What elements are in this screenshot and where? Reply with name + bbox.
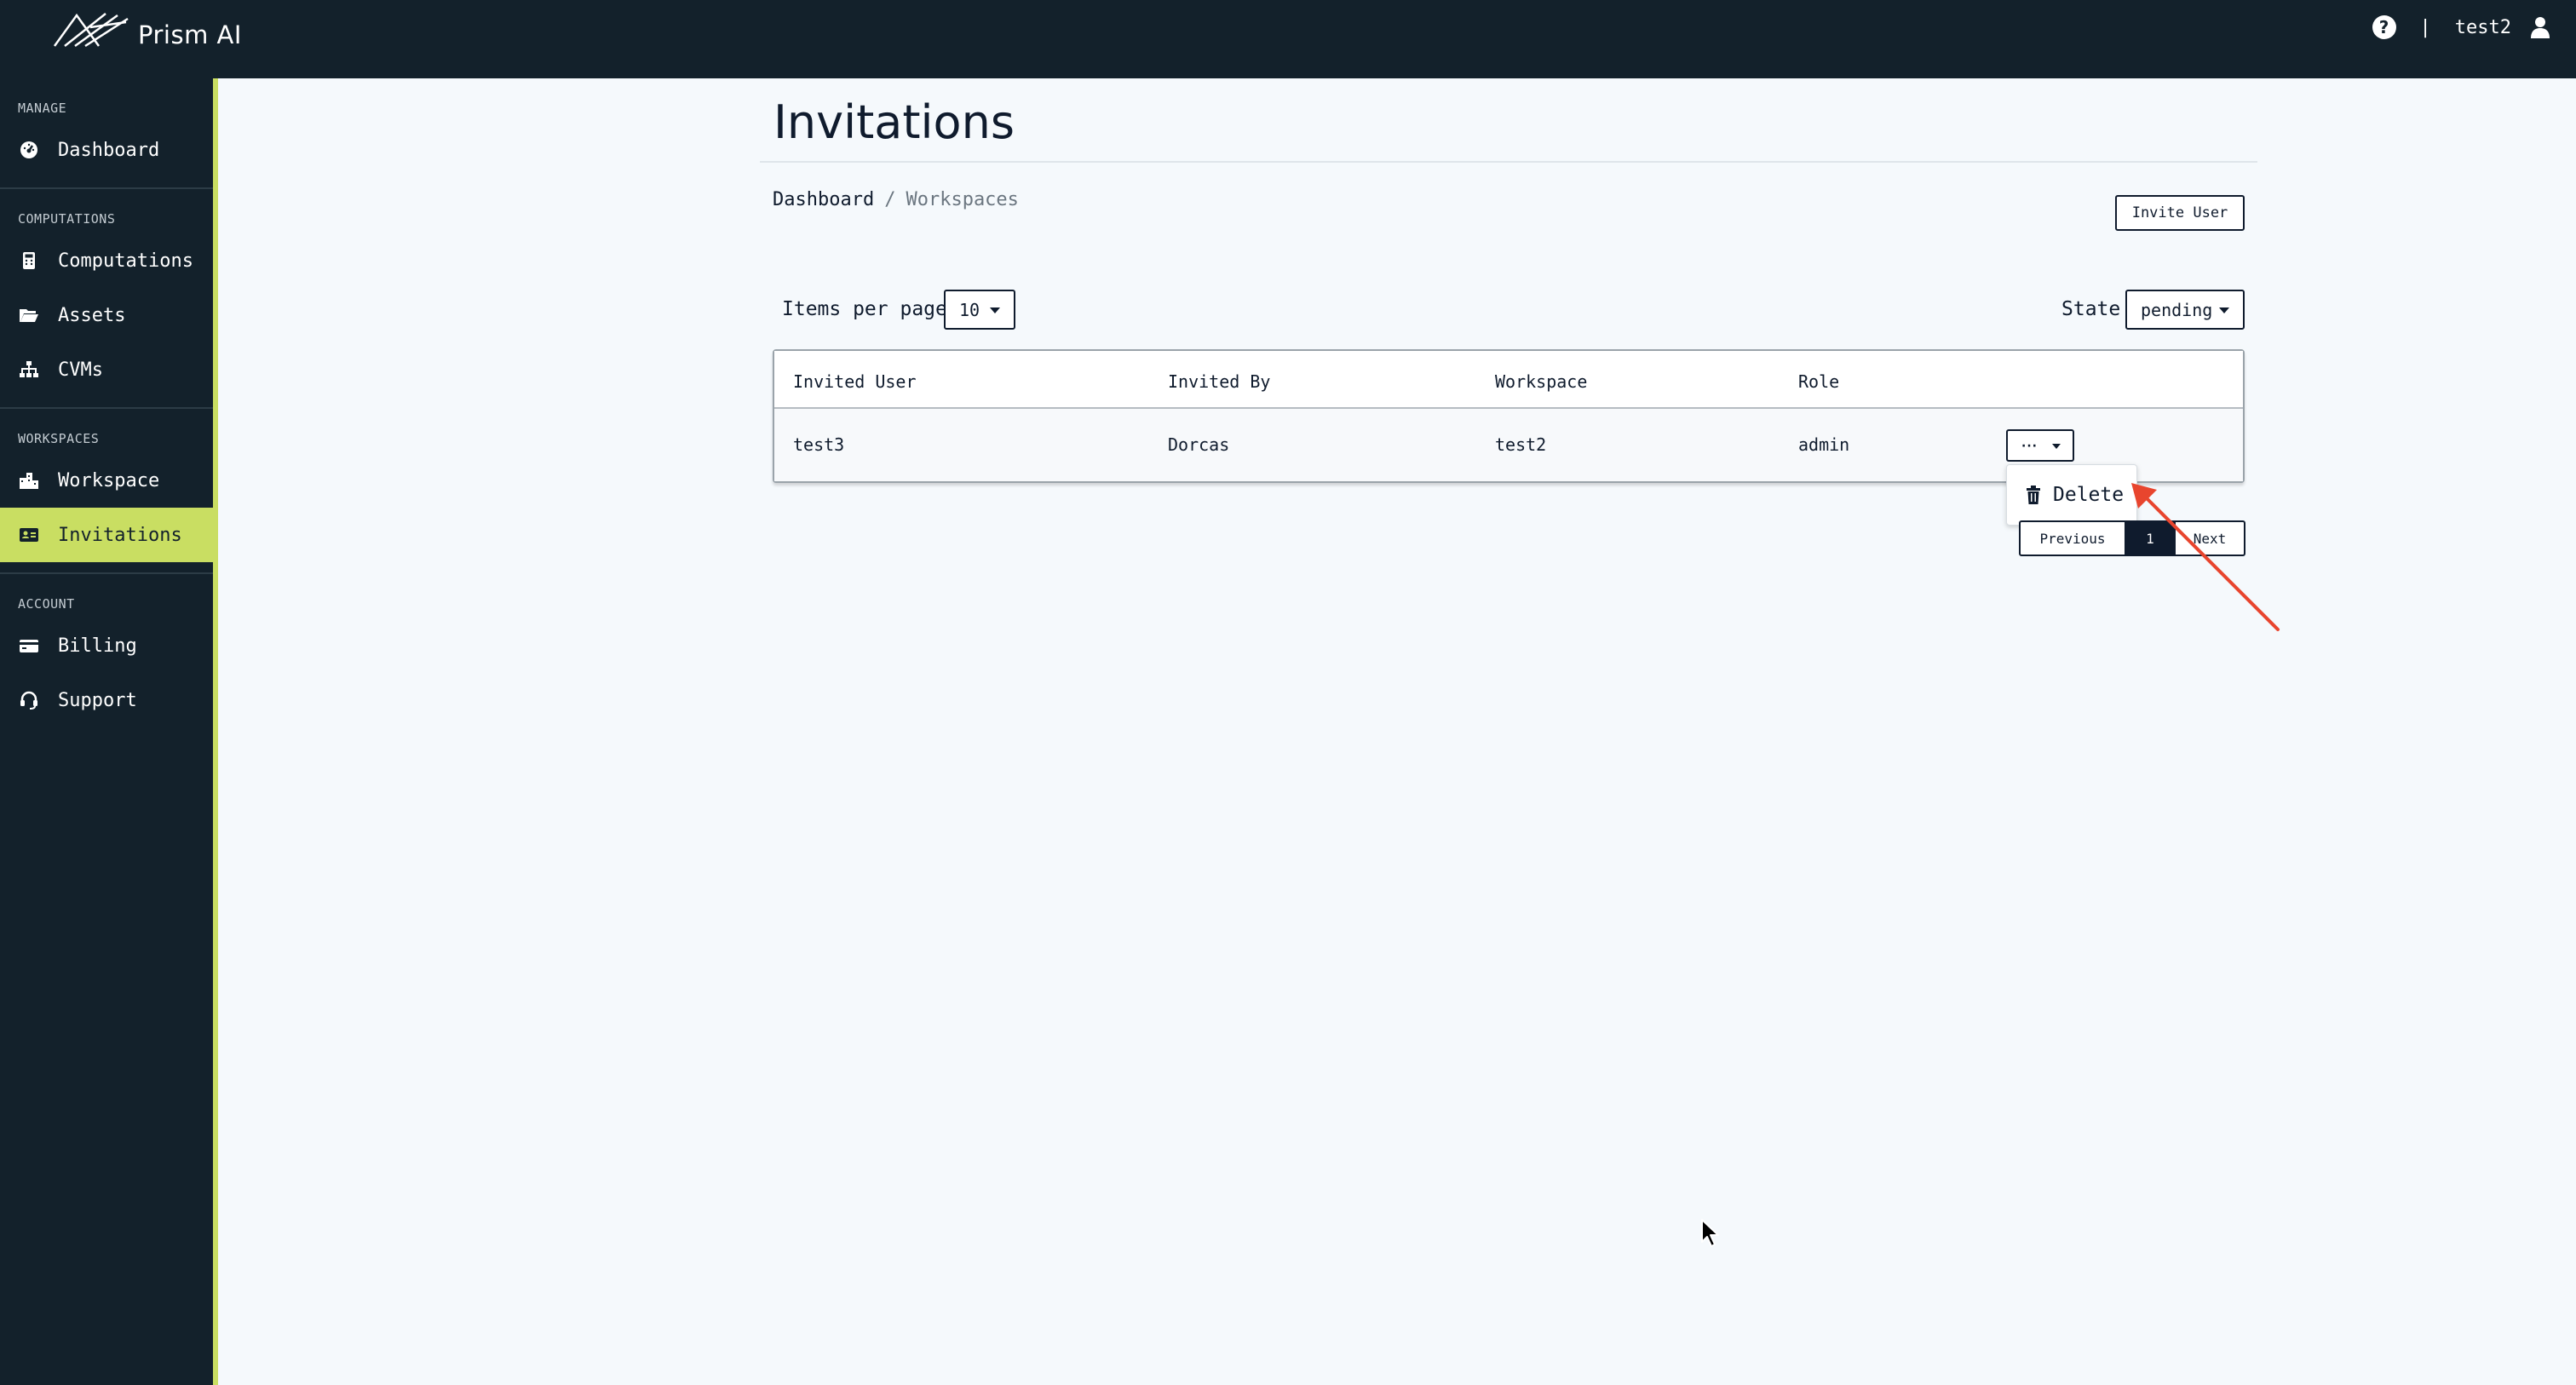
mouse-cursor-icon — [1701, 1219, 1719, 1247]
sidebar-item-label: Dashboard — [58, 139, 160, 161]
invite-user-button[interactable]: Invite User — [2115, 195, 2245, 231]
breadcrumb-separator: / — [884, 189, 896, 210]
id-card-icon — [19, 525, 39, 545]
app-name: Prism AI — [138, 20, 242, 49]
cell-workspace: test2 — [1495, 434, 1547, 455]
cell-invited-user: test3 — [793, 434, 845, 455]
state-filter-select[interactable]: pending — [2125, 290, 2245, 330]
sidebar-item-invitations[interactable]: Invitations — [0, 508, 218, 562]
sidebar-section-workspaces: WORKSPACES Workspace Invitations — [0, 409, 218, 574]
chevron-down-icon — [2052, 444, 2061, 449]
sidebar-item-computations[interactable]: Computations — [0, 233, 213, 288]
headset-icon — [19, 690, 39, 710]
section-title: COMPUTATIONS — [18, 211, 116, 227]
page-title: Invitations — [773, 95, 1015, 149]
delete-label: Delete — [2053, 484, 2125, 506]
app-logo[interactable]: Prism AI — [53, 9, 242, 49]
sidebar-item-billing[interactable]: Billing — [0, 618, 213, 673]
sidebar-item-label: Invitations — [58, 524, 182, 546]
items-per-page-select[interactable]: 10 — [944, 290, 1015, 330]
sidebar-item-assets[interactable]: Assets — [0, 288, 213, 342]
trash-icon — [2027, 486, 2040, 504]
section-title: WORKSPACES — [18, 431, 100, 446]
items-per-page-value: 10 — [959, 299, 980, 320]
sidebar-item-dashboard[interactable]: Dashboard — [0, 123, 213, 177]
chevron-down-icon — [2219, 307, 2229, 313]
username[interactable]: test2 — [2455, 17, 2511, 38]
row-actions-menu: Delete — [2006, 464, 2137, 526]
help-icon[interactable]: ? — [2372, 15, 2396, 39]
sidebar-item-label: Billing — [58, 635, 137, 657]
delete-menu-item[interactable]: Delete — [2026, 484, 2124, 506]
prism-logo-icon — [53, 13, 129, 48]
items-per-page-label: Items per page — [782, 298, 947, 320]
credit-card-icon — [19, 635, 39, 656]
state-filter-label: State — [2061, 298, 2121, 320]
sidebar-item-label: Workspace — [58, 469, 160, 491]
state-filter-value: pending — [2141, 299, 2213, 320]
column-header-invited-user: Invited User — [793, 371, 917, 392]
section-title: ACCOUNT — [18, 596, 75, 612]
dashboard-gauge-icon — [19, 140, 39, 160]
more-options-icon: ··· — [2021, 440, 2038, 453]
breadcrumb: Dashboard / Workspaces — [773, 189, 1019, 210]
sidebar-section-account: ACCOUNT Billing Support — [0, 574, 213, 738]
sidebar-item-label: CVMs — [58, 359, 103, 381]
folder-open-icon — [19, 305, 39, 325]
sidebar-item-workspace[interactable]: Workspace — [0, 453, 213, 508]
top-separator: | — [2419, 16, 2431, 38]
column-header-role: Role — [1798, 371, 1840, 392]
top-right-controls: ? | test2 — [2372, 12, 2550, 43]
table-header: Invited User Invited By Workspace Role — [774, 351, 2243, 409]
row-actions-dropdown-button[interactable]: ··· — [2006, 429, 2074, 462]
sidebar-section-computations: COMPUTATIONS Computations Assets CVMs — [0, 189, 213, 409]
previous-page-button[interactable]: Previous — [2019, 520, 2126, 556]
top-bar: Prism AI ? | test2 — [0, 0, 2576, 78]
sidebar-item-label: Computations — [58, 250, 193, 272]
column-header-workspace: Workspace — [1495, 371, 1588, 392]
sidebar-item-label: Assets — [58, 304, 126, 326]
calculator-icon — [19, 250, 39, 271]
cell-invited-by: Dorcas — [1168, 434, 1230, 455]
column-header-invited-by: Invited By — [1168, 371, 1271, 392]
breadcrumb-current: Workspaces — [906, 189, 1019, 210]
sidebar: MANAGE Dashboard COMPUTATIONS Computatio… — [0, 78, 218, 1385]
sitemap-icon — [19, 359, 39, 380]
annotation-arrow-icon — [2131, 483, 2280, 631]
sidebar-item-cvms[interactable]: CVMs — [0, 342, 213, 397]
sidebar-item-support[interactable]: Support — [0, 673, 213, 727]
section-title: MANAGE — [18, 101, 67, 116]
city-icon — [19, 470, 39, 491]
sidebar-item-label: Support — [58, 689, 137, 711]
title-divider — [760, 161, 2257, 163]
sidebar-section-manage: MANAGE Dashboard — [0, 78, 213, 189]
user-icon[interactable] — [2530, 16, 2550, 38]
cell-role: admin — [1798, 434, 1850, 455]
invitations-table: Invited User Invited By Workspace Role t… — [773, 349, 2245, 483]
breadcrumb-dashboard-link[interactable]: Dashboard — [773, 189, 874, 210]
chevron-down-icon — [990, 307, 1000, 313]
